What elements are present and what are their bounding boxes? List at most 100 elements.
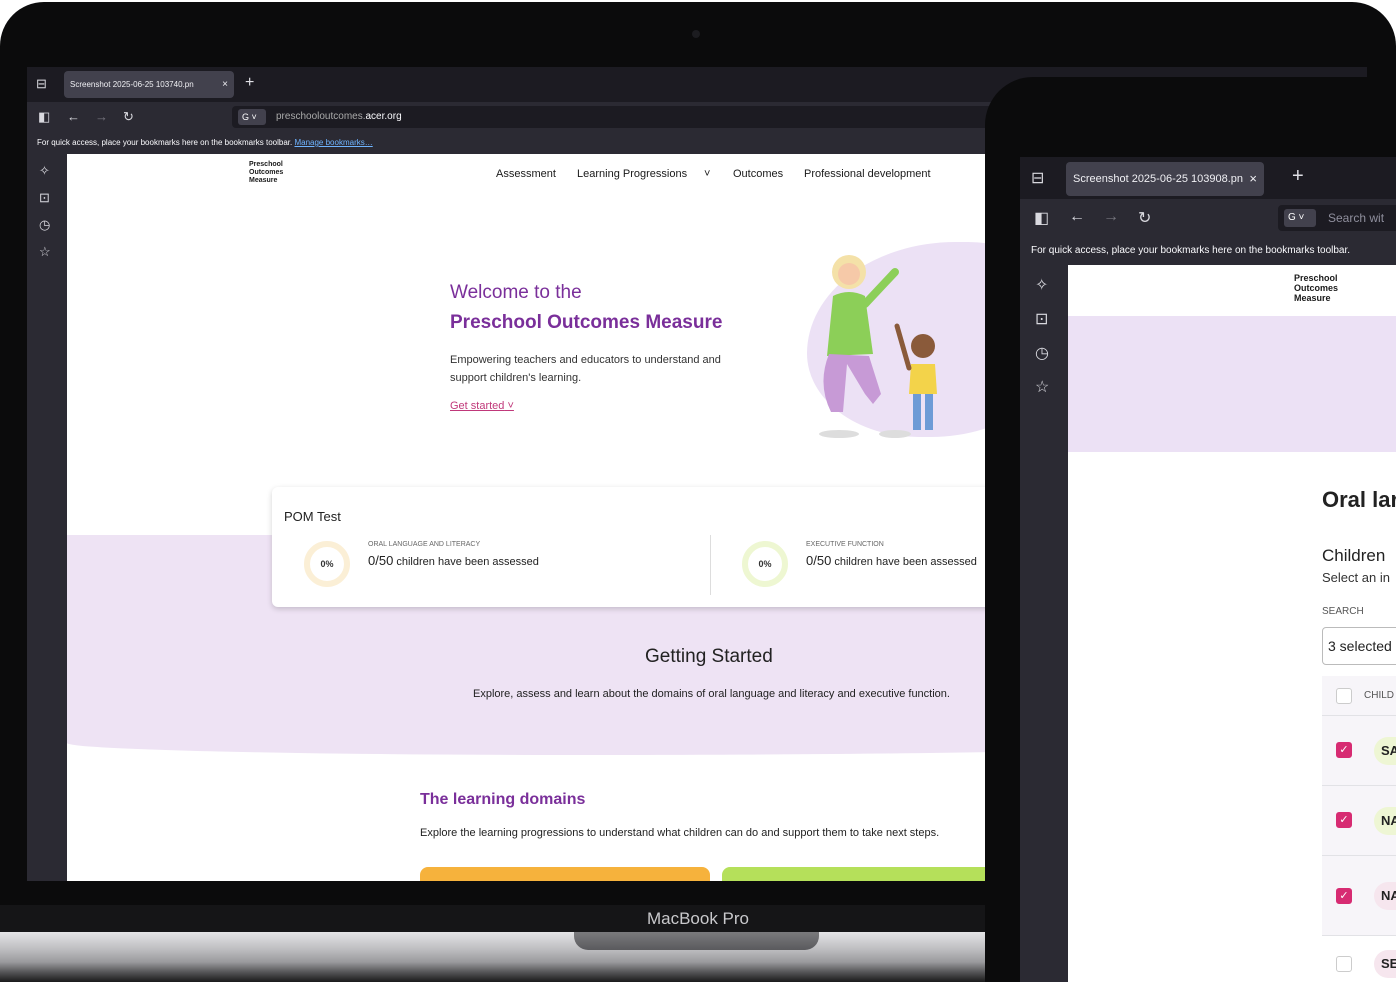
hinge-notch — [574, 932, 819, 950]
site-logo[interactable]: Preschool Outcomes Measure — [249, 161, 283, 185]
sidebar-toggle-icon[interactable]: ◧ — [38, 109, 50, 125]
page-title: Oral lar — [1322, 487, 1396, 512]
browser-tab[interactable]: Screenshot 2025-06-25 103908.pn × — [1066, 162, 1264, 196]
row-checkbox[interactable]: ✓ — [1336, 888, 1352, 904]
progress-ring: 0% — [304, 541, 350, 587]
tablet-frame: ⊟ Screenshot 2025-06-25 103908.pn × + ◧ … — [985, 77, 1396, 982]
logo-line: Preschool — [249, 161, 283, 168]
forward-icon[interactable]: → — [1103, 208, 1119, 226]
back-icon[interactable]: ← — [1069, 208, 1085, 226]
synced-tabs-icon[interactable]: ⊡ — [1035, 309, 1048, 329]
count-text: children have been assessed — [834, 556, 977, 568]
logo-line: Measure — [249, 177, 278, 184]
table-row[interactable]: ✓ SA — [1322, 716, 1396, 786]
url-bar[interactable]: G ˅ preschooloutcomes.acer.org — [232, 106, 992, 128]
browser-tab[interactable]: Screenshot 2025-06-25 103740.pn × — [64, 71, 234, 98]
count-text: children have been assessed — [396, 556, 539, 568]
synced-tabs-icon[interactable]: ⊡ — [39, 190, 50, 206]
site-logo[interactable]: Preschool Outcomes Measure — [1294, 273, 1338, 303]
close-icon[interactable]: × — [1249, 162, 1257, 196]
count-value: 0/50 — [368, 553, 394, 568]
forward-icon[interactable]: → — [95, 109, 108, 124]
select-all-checkbox[interactable] — [1336, 688, 1352, 704]
search-label: SEARCH — [1322, 606, 1364, 617]
back-icon[interactable]: ← — [67, 109, 80, 124]
progress-ring: 0% — [742, 541, 788, 587]
reload-icon[interactable]: ↻ — [123, 109, 134, 125]
row-checkbox[interactable]: ✓ — [1336, 812, 1352, 828]
sidebar-toggle-icon[interactable]: ◧ — [1034, 208, 1049, 228]
tab-title: Screenshot 2025-06-25 103908.pn — [1073, 173, 1244, 185]
row-checkbox[interactable] — [1336, 956, 1352, 972]
assessed-count: 0/50 children have been assessed — [368, 553, 539, 568]
children-table: CHILD ✓ SA ✓ NA ✓ NA — [1322, 676, 1396, 936]
getting-started-copy: Explore, assess and learn about the doma… — [473, 688, 950, 700]
table-row[interactable]: SE — [1322, 936, 1396, 982]
nav-assessment[interactable]: Assessment — [496, 168, 556, 180]
search-engine-icon[interactable]: G ˅ — [1284, 209, 1316, 227]
bookmarks-star-icon[interactable]: ☆ — [1035, 377, 1049, 397]
logo-line: Measure — [1294, 293, 1331, 303]
search-select[interactable]: 3 selected — [1322, 627, 1396, 665]
ai-sparkle-icon[interactable]: ✧ — [1035, 275, 1048, 295]
search-engine-icon[interactable]: G ˅ — [238, 109, 266, 125]
table-row[interactable]: ✓ NA — [1322, 786, 1396, 856]
logo-line: Outcomes — [249, 169, 284, 176]
reload-icon[interactable]: ↻ — [1138, 208, 1151, 228]
domain-label: ORAL LANGUAGE AND LITERACY — [368, 541, 481, 548]
history-icon[interactable]: ◷ — [1035, 343, 1049, 363]
close-icon[interactable]: × — [222, 71, 228, 98]
get-started-label: Get started — [450, 400, 505, 412]
hero-copy: Empowering teachers and educators to und… — [450, 354, 721, 384]
web-page: Preschool Outcomes Measure Oral lar Chil… — [1068, 265, 1396, 982]
logo-line: Outcomes — [1294, 283, 1339, 293]
manage-bookmarks-link[interactable]: Manage bookmarks… — [294, 138, 372, 147]
new-tab-button[interactable]: + — [1292, 165, 1304, 188]
history-icon[interactable]: ◷ — [39, 217, 50, 233]
tab-list-icon[interactable]: ⊟ — [36, 76, 47, 92]
chevron-down-icon[interactable]: ˅ — [704, 168, 710, 180]
camera — [692, 30, 700, 38]
table-row[interactable]: ✓ NA — [1322, 856, 1396, 936]
section-title: Children — [1322, 546, 1386, 565]
pom-card-title: POM Test — [284, 509, 341, 524]
bookmarks-toolbar: For quick access, place your bookmarks h… — [1020, 237, 1396, 265]
sidebar-rail: ✧ ⊡ ◷ ☆ — [27, 154, 67, 881]
chevron-down-icon: ˅ — [507, 400, 514, 412]
nav-learning-progressions[interactable]: Learning Progressions — [577, 168, 687, 180]
row-checkbox[interactable]: ✓ — [1336, 742, 1352, 758]
url-domain: acer.org — [365, 111, 402, 122]
child-initials-chip: SE — [1374, 950, 1396, 978]
domain-tile-oral-language[interactable] — [420, 867, 710, 881]
bookmarks-hint: For quick access, place your bookmarks h… — [37, 138, 293, 147]
assessed-count: 0/50 children have been assessed — [806, 553, 977, 568]
table-header: CHILD — [1322, 676, 1396, 716]
nav-toolbar: ◧ ← → ↻ G ˅ Search wit — [1020, 199, 1396, 237]
nav-professional-development[interactable]: Professional development — [804, 168, 931, 180]
child-initials-chip: NA — [1374, 807, 1396, 835]
card-divider — [710, 535, 711, 595]
column-header-child: CHILD — [1364, 690, 1395, 701]
sidebar-rail: ✧ ⊡ ◷ ☆ — [1020, 265, 1068, 982]
hero-illustration — [819, 255, 937, 438]
domain-tile-executive-function[interactable] — [722, 867, 1022, 881]
pom-test-card[interactable]: POM Test 0% ORAL LANGUAGE AND LITERACY 0… — [272, 487, 1032, 607]
hero-title-line2: Preschool Outcomes Measure — [450, 312, 723, 333]
tab-list-icon[interactable]: ⊟ — [1031, 168, 1044, 188]
domain-label: EXECUTIVE FUNCTION — [806, 541, 884, 548]
logo-line: Preschool — [1294, 273, 1338, 283]
child-initials-chip: SA — [1374, 737, 1396, 765]
nav-outcomes[interactable]: Outcomes — [733, 168, 783, 180]
count-value: 0/50 — [806, 553, 832, 568]
hero-title-line1: Welcome to the — [450, 282, 582, 303]
lavender-band — [1068, 316, 1396, 452]
new-tab-button[interactable]: + — [245, 74, 254, 92]
get-started-link[interactable]: Get started ˅ — [450, 400, 514, 412]
ai-sparkle-icon[interactable]: ✧ — [39, 163, 50, 179]
url-bar[interactable]: G ˅ Search wit — [1278, 205, 1396, 231]
tab-bar: ⊟ Screenshot 2025-06-25 103908.pn × + — [1020, 157, 1396, 199]
child-initials-chip: NA — [1374, 882, 1396, 910]
tab-title: Screenshot 2025-06-25 103740.pn — [70, 80, 194, 89]
url-placeholder: Search wit — [1328, 211, 1385, 225]
bookmarks-star-icon[interactable]: ☆ — [39, 244, 51, 260]
